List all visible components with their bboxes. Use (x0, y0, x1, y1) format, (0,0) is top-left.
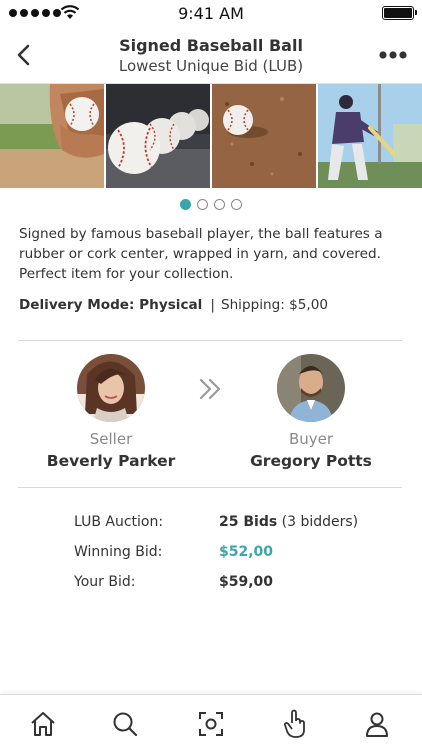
seller-role: Seller (89, 430, 133, 448)
battery-icon (382, 6, 417, 20)
tab-bids[interactable] (280, 709, 310, 739)
tab-scan[interactable] (196, 709, 226, 739)
divider (18, 340, 402, 341)
pagination-dot-1[interactable] (180, 199, 191, 210)
scan-icon (199, 712, 223, 736)
baseball-in-hand-photo[interactable] (0, 84, 104, 188)
photo-gallery[interactable] (0, 84, 422, 188)
tab-home[interactable] (28, 709, 58, 739)
gallery-pagination (0, 199, 422, 210)
divider (18, 487, 402, 488)
tab-profile[interactable] (362, 709, 392, 739)
bid-hand-icon (284, 709, 305, 738)
your-bid-row: Your Bid: $59,00 (74, 574, 394, 604)
status-bar: 9:41 AM (0, 0, 422, 28)
item-description: Signed by famous baseball player, the ba… (19, 226, 383, 282)
buyer-name: Gregory Potts (250, 452, 372, 470)
seller-avatar[interactable] (77, 354, 145, 422)
winning-bid-row: Winning Bid: $52,00 (74, 544, 394, 574)
pagination-dot-3[interactable] (214, 199, 225, 210)
batter-swinging-photo[interactable] (318, 84, 422, 188)
more-options-button[interactable] (376, 42, 410, 68)
your-bid-label: Your Bid: (74, 574, 136, 590)
tab-bar (0, 694, 422, 750)
bids-summary: 25 Bids (3 bidders) (219, 514, 358, 530)
profile-icon (366, 712, 388, 737)
auction-type-row: LUB Auction: 25 Bids (3 bidders) (74, 514, 394, 544)
status-time: 9:41 AM (178, 4, 244, 23)
search-icon (113, 712, 138, 737)
baseballs-row-photo[interactable] (106, 84, 210, 188)
your-bid-value: $59,00 (219, 574, 274, 590)
winning-bid-value: $52,00 (219, 544, 274, 560)
baseball-on-dirt-photo[interactable] (212, 84, 316, 188)
bidders-count: (3 bidders) (281, 514, 359, 530)
winning-bid-label: Winning Bid: (74, 544, 163, 560)
delivery-mode: Delivery Mode: Physical (19, 297, 203, 313)
page-subtitle: Lowest Unique Bid (LUB) (118, 57, 304, 75)
auction-type-label: LUB Auction: (74, 514, 164, 530)
buyer-avatar[interactable] (277, 354, 345, 422)
home-icon (31, 712, 55, 736)
tab-search[interactable] (110, 709, 140, 739)
pagination-dot-4[interactable] (231, 199, 242, 210)
buyer-role: Buyer (288, 430, 334, 448)
auction-details: LUB Auction: 25 Bids (3 bidders) Winning… (74, 514, 394, 604)
shipping-cost: Shipping: $5,00 (220, 297, 329, 313)
delivery-separator: | (210, 297, 215, 313)
double-chevron-right-icon (199, 378, 221, 400)
back-button[interactable] (10, 40, 40, 70)
seller-name: Beverly Parker (46, 452, 176, 470)
delivery-info: Delivery Mode: Physical | Shipping: $5,00 (19, 297, 328, 313)
seller-card[interactable]: Seller Beverly Parker (36, 354, 186, 470)
bids-count: 25 Bids (219, 514, 278, 530)
pagination-dot-2[interactable] (197, 199, 208, 210)
buyer-card[interactable]: Buyer Gregory Potts (236, 354, 386, 470)
nav-bar: Signed Baseball Ball Lowest Unique Bid (… (0, 28, 422, 84)
page-title: Signed Baseball Ball (119, 36, 303, 55)
